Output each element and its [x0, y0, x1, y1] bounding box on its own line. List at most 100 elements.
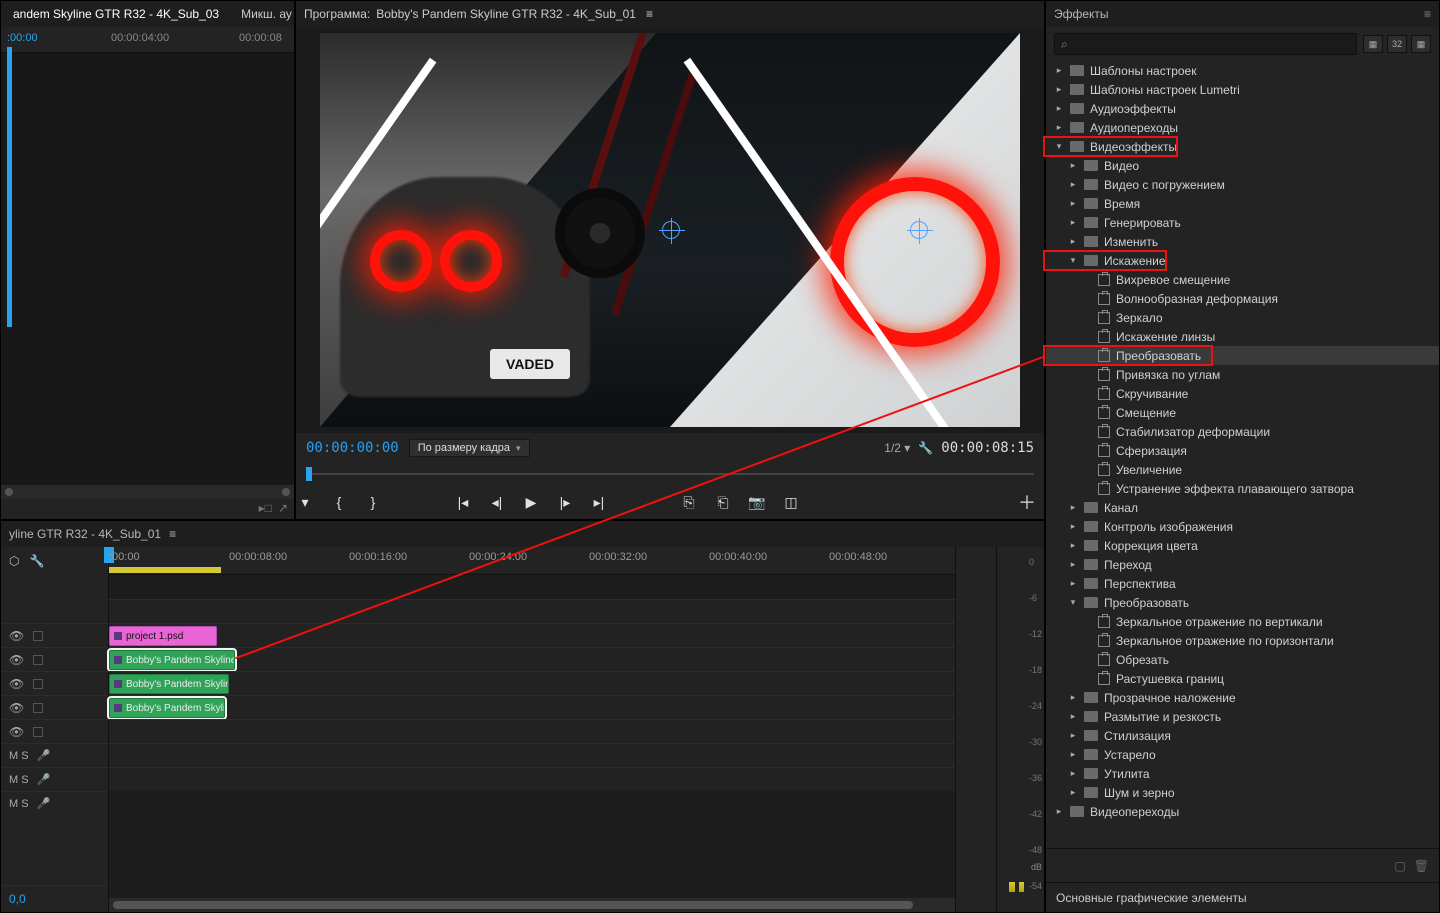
disclosure-icon[interactable]: ▸: [1068, 521, 1078, 532]
effects-item[interactable]: Вихревое смещение: [1046, 270, 1439, 289]
effects-item[interactable]: Волнообразная деформация: [1046, 289, 1439, 308]
disclosure-icon[interactable]: ▸: [1068, 730, 1078, 741]
timeline-tab[interactable]: yline GTR R32 - 4K_Sub_01: [9, 527, 161, 541]
audio-track-header[interactable]: M S🎤: [1, 743, 108, 767]
disclosure-icon[interactable]: ▸: [1068, 502, 1078, 513]
disclosure-icon[interactable]: ▸: [1068, 768, 1078, 779]
effects-folder[interactable]: ▸Канал: [1046, 498, 1439, 517]
settings-wrench-icon[interactable]: 🔧: [918, 441, 933, 455]
effects-folder[interactable]: ▸Переход: [1046, 555, 1439, 574]
resolution-dropdown[interactable]: 1/2 ▾: [884, 441, 910, 455]
disclosure-icon[interactable]: ▸: [1054, 806, 1064, 817]
effects-search-input[interactable]: ⌕: [1054, 33, 1357, 55]
effects-item[interactable]: Преобразовать: [1046, 346, 1439, 365]
fx-badge-32bit-icon[interactable]: 32: [1387, 35, 1407, 53]
video-track-header[interactable]: 👁: [1, 671, 108, 695]
source-ruler[interactable]: :00:00 00:00:04:00 00:00:08: [1, 27, 294, 53]
goto-out-icon[interactable]: ▸|: [590, 493, 608, 511]
disclosure-icon[interactable]: ▸: [1054, 122, 1064, 133]
timeline-area[interactable]: :00:0000:00:08:0000:00:16:0000:00:24:000…: [109, 547, 956, 912]
timeline-clip[interactable]: Bobby's Pandem Skyline: [109, 674, 229, 694]
disclosure-icon[interactable]: ▸: [1068, 711, 1078, 722]
effects-folder[interactable]: ▾Преобразовать: [1046, 593, 1439, 612]
eye-icon[interactable]: 👁: [9, 653, 23, 667]
effects-item[interactable]: Стабилизатор деформации: [1046, 422, 1439, 441]
effects-folder[interactable]: ▸Изменить: [1046, 232, 1439, 251]
zoom-dropdown[interactable]: По размеру кадра ▾: [409, 439, 530, 457]
effects-folder[interactable]: ▸Шаблоны настроек Lumetri: [1046, 80, 1439, 99]
step-forward-icon[interactable]: |▸: [556, 493, 574, 511]
disclosure-icon[interactable]: ▸: [1068, 217, 1078, 228]
disclosure-icon[interactable]: ▸: [1054, 84, 1064, 95]
effects-folder[interactable]: ▸Видео с погружением: [1046, 175, 1439, 194]
eye-icon[interactable]: 👁: [9, 629, 23, 643]
video-track-header[interactable]: 👁: [1, 647, 108, 671]
audio-lane[interactable]: [109, 719, 955, 743]
disclosure-icon[interactable]: ▾: [1068, 597, 1078, 608]
effects-item[interactable]: Зеркальное отражение по вертикали: [1046, 612, 1439, 631]
disclosure-icon[interactable]: ▸: [1068, 559, 1078, 570]
effects-tree[interactable]: ▸Шаблоны настроек▸Шаблоны настроек Lumet…: [1046, 61, 1439, 848]
disclosure-icon[interactable]: ▸: [1068, 236, 1078, 247]
effects-item[interactable]: Растушевка границ: [1046, 669, 1439, 688]
fx-badge-accelerated-icon[interactable]: ▦: [1363, 35, 1383, 53]
effects-folder[interactable]: ▸Шаблоны настроек: [1046, 61, 1439, 80]
effects-item[interactable]: Сферизация: [1046, 441, 1439, 460]
effects-folder[interactable]: ▸Видео: [1046, 156, 1439, 175]
audio-track-header[interactable]: M S🎤: [1, 767, 108, 791]
video-lane[interactable]: project 1.psd: [109, 623, 955, 647]
effects-folder[interactable]: ▸Время: [1046, 194, 1439, 213]
play-icon[interactable]: ▶: [522, 493, 540, 511]
video-track-header[interactable]: 👁: [1, 695, 108, 719]
panel-menu-icon[interactable]: ≡: [1424, 7, 1431, 21]
effects-item[interactable]: Устранение эффекта плавающего затвора: [1046, 479, 1439, 498]
effects-folder[interactable]: ▸Контроль изображения: [1046, 517, 1439, 536]
video-lane[interactable]: Bobby's Pandem Skylin: [109, 695, 955, 719]
effects-folder[interactable]: ▾Видеоэффекты: [1046, 137, 1439, 156]
panel-menu-icon[interactable]: ≡: [169, 527, 176, 541]
effects-folder[interactable]: ▸Прозрачное наложение: [1046, 688, 1439, 707]
effects-item[interactable]: Привязка по углам: [1046, 365, 1439, 384]
disclosure-icon[interactable]: ▸: [1068, 787, 1078, 798]
disclosure-icon[interactable]: ▸: [1068, 578, 1078, 589]
add-button-icon[interactable]: ＋: [1018, 489, 1036, 515]
effects-item[interactable]: Зеркало: [1046, 308, 1439, 327]
effects-folder[interactable]: ▸Шум и зерно: [1046, 783, 1439, 802]
effects-folder[interactable]: ▸Аудиоэффекты: [1046, 99, 1439, 118]
disclosure-icon[interactable]: ▸: [1068, 692, 1078, 703]
mic-icon[interactable]: 🎤: [37, 797, 51, 810]
program-scrub[interactable]: [306, 463, 1034, 485]
source-tab-2[interactable]: Микш. ау: [235, 3, 294, 25]
disclosure-icon[interactable]: ▸: [1054, 65, 1064, 76]
effects-item[interactable]: Обрезать: [1046, 650, 1439, 669]
effects-folder[interactable]: ▸Генерировать: [1046, 213, 1439, 232]
timeline-clip[interactable]: Bobby's Pandem Skylin: [109, 698, 225, 718]
timeline-clip[interactable]: project 1.psd: [109, 626, 217, 646]
new-item-icon[interactable]: ▸□: [259, 501, 272, 517]
audio-lane[interactable]: [109, 743, 955, 767]
marker-add-icon[interactable]: ▾: [296, 493, 314, 511]
eye-icon[interactable]: 👁: [9, 677, 23, 691]
step-back-icon[interactable]: ◂|: [488, 493, 506, 511]
disclosure-icon[interactable]: ▸: [1068, 749, 1078, 760]
new-bin-icon[interactable]: ▢: [1394, 859, 1405, 873]
video-track-header[interactable]: 👁: [1, 719, 108, 743]
panel-menu-icon[interactable]: ≡: [646, 7, 653, 21]
snap-icon[interactable]: ⬡: [9, 554, 19, 568]
effects-item[interactable]: Скручивание: [1046, 384, 1439, 403]
timeline-clip[interactable]: Bobby's Pandem Skyline: [109, 650, 235, 670]
video-lane[interactable]: Bobby's Pandem Skyline: [109, 647, 955, 671]
out-point-icon[interactable]: }: [364, 493, 382, 511]
effects-item[interactable]: Увеличение: [1046, 460, 1439, 479]
extract-icon[interactable]: ⎗: [714, 493, 732, 511]
video-track-header[interactable]: 👁: [1, 623, 108, 647]
mic-icon[interactable]: 🎤: [37, 749, 51, 762]
source-scrollbar[interactable]: [1, 485, 294, 499]
effects-folder[interactable]: ▸Коррекция цвета: [1046, 536, 1439, 555]
settings-wrench-icon[interactable]: 🔧: [29, 554, 44, 568]
effects-folder[interactable]: ▾Искажение: [1046, 251, 1439, 270]
effects-folder[interactable]: ▸Аудиопереходы: [1046, 118, 1439, 137]
timeline-timecode[interactable]: 0,0: [1, 885, 108, 912]
timeline-scrollbar-h[interactable]: [109, 898, 955, 912]
disclosure-icon[interactable]: ▾: [1054, 141, 1064, 152]
